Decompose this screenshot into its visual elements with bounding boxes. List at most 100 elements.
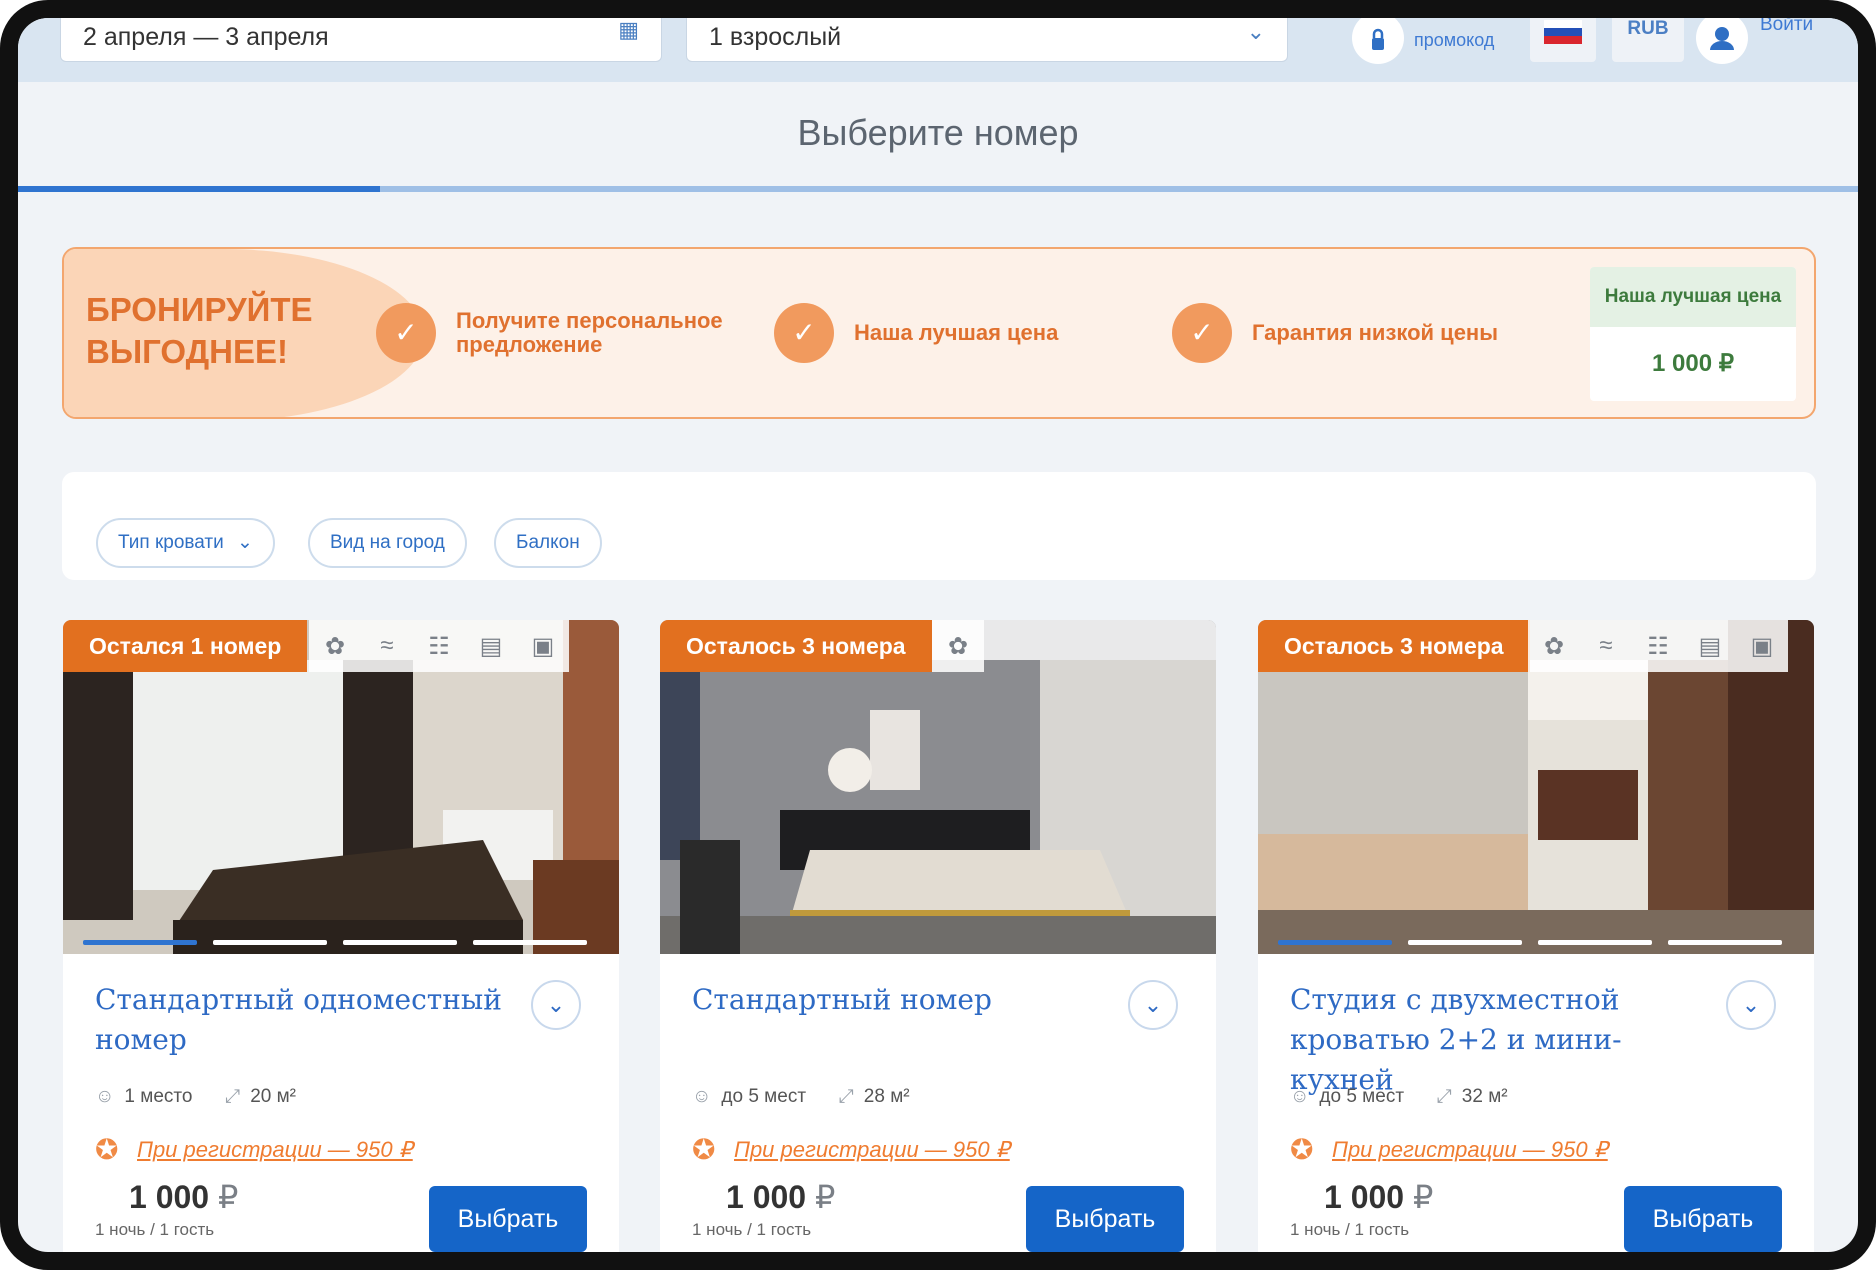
registration-offer-text[interactable]: При регистрации — 950 ₽ xyxy=(734,1137,1010,1163)
flag-stripe-blue xyxy=(1544,28,1582,36)
filter-bed-type[interactable]: Тип кровати ⌄ xyxy=(96,518,275,568)
registration-offer[interactable]: ✪ При регистрации — 950 ₽ xyxy=(1290,1134,1608,1166)
check-icon: ✓ xyxy=(1172,303,1232,363)
medal-icon: ✪ xyxy=(692,1134,716,1165)
check-icon: ✓ xyxy=(376,303,436,363)
photo-dot[interactable] xyxy=(343,940,457,945)
air-conditioner-icon: ☷ xyxy=(1647,632,1669,660)
price-currency: ₽ xyxy=(1412,1179,1434,1215)
room-price: 1 000 ₽ xyxy=(726,1178,835,1216)
photo-pagination xyxy=(1278,940,1798,945)
room-photo[interactable]: Остался 1 номер ✿ ≈ ☷ ▤ ▣ xyxy=(63,620,619,954)
best-price-box: Наша лучшая цена 1 000 ₽ xyxy=(1590,267,1796,401)
chevron-down-icon: ⌄ xyxy=(546,992,566,1017)
select-room-button[interactable]: Выбрать xyxy=(429,1186,587,1252)
guests-field[interactable]: 1 взрослый ⌄ xyxy=(686,18,1288,62)
amenities-bar: ✿ ≈ ☷ ▤ ▣ xyxy=(309,620,569,672)
photo-pagination xyxy=(83,940,603,945)
photo-dot[interactable] xyxy=(83,940,197,945)
filter-city-view[interactable]: Вид на город xyxy=(308,518,467,568)
price-currency: ₽ xyxy=(814,1179,836,1215)
expand-details-button[interactable]: ⌄ xyxy=(1128,980,1178,1030)
paw-icon: ✿ xyxy=(947,632,969,660)
benefit-best-price: ✓ Наша лучшая цена xyxy=(774,303,1058,363)
browser-viewport: 2 апреля — 3 апреля ▦ 1 взрослый ⌄ промо… xyxy=(18,18,1858,1252)
price-currency: ₽ xyxy=(217,1179,239,1215)
registration-offer-text[interactable]: При регистрации — 950 ₽ xyxy=(1332,1137,1608,1163)
room-capacity: до 5 мест xyxy=(721,1086,807,1107)
promo-code-link[interactable]: промокод xyxy=(1414,30,1494,51)
photo-dot[interactable] xyxy=(473,940,587,945)
booking-progress-fill xyxy=(18,186,380,192)
date-range-field[interactable]: 2 апреля — 3 апреля ▦ xyxy=(60,18,662,62)
benefit-text: Наша лучшая цена xyxy=(854,320,1059,345)
registration-offer-text[interactable]: При регистрации — 950 ₽ xyxy=(137,1137,413,1163)
search-bar: 2 апреля — 3 апреля ▦ 1 взрослый ⌄ промо… xyxy=(18,18,1858,82)
room-area: 28 м² xyxy=(863,1086,910,1107)
paw-icon: ✿ xyxy=(1543,632,1565,660)
filter-balcony[interactable]: Балкон xyxy=(494,518,602,568)
bed-icon: ▤ xyxy=(479,632,503,660)
date-range-value: 2 апреля — 3 апреля xyxy=(83,23,329,51)
price-per-night: 1 ночь / 1 гость xyxy=(692,1220,812,1239)
room-meta: ☺ до 5 мест ⤢ 32 м² xyxy=(1290,1086,1508,1108)
area-icon: ⤢ xyxy=(225,1086,241,1107)
user-icon xyxy=(1710,27,1734,50)
room-title[interactable]: Стандартный одноместный номер xyxy=(95,980,515,1060)
photo-dot[interactable] xyxy=(1278,940,1392,945)
price-value: 1 000 xyxy=(1324,1179,1405,1215)
chevron-down-icon: ⌄ xyxy=(1143,992,1163,1017)
medal-icon: ✪ xyxy=(1290,1134,1314,1165)
expand-details-button[interactable]: ⌄ xyxy=(531,980,581,1030)
price-value: 1 000 xyxy=(726,1179,807,1215)
room-price: 1 000 ₽ xyxy=(129,1178,238,1216)
promo-banner: БРОНИРУЙТЕ ВЫГОДНЕЕ! ✓ Получите персонал… xyxy=(62,247,1816,419)
registration-offer[interactable]: ✪ При регистрации — 950 ₽ xyxy=(692,1134,1010,1166)
benefit-text: Получите персональное предложение xyxy=(456,308,723,357)
user-avatar-button[interactable] xyxy=(1696,18,1748,64)
flag-stripe-white xyxy=(1544,20,1582,28)
best-price-value: 1 000 ₽ xyxy=(1652,350,1734,377)
wifi-icon: ≈ xyxy=(1599,632,1613,659)
room-title[interactable]: Стандартный номер xyxy=(692,980,1112,1020)
room-meta: ☺ до 5 мест ⤢ 28 м² xyxy=(692,1086,910,1108)
room-photo[interactable]: Осталось 3 номера ✿ xyxy=(660,620,1216,954)
photo-dot[interactable] xyxy=(213,940,327,945)
promo-code-button[interactable] xyxy=(1352,18,1404,64)
select-room-button[interactable]: Выбрать xyxy=(1624,1186,1782,1252)
language-flag-button[interactable] xyxy=(1530,18,1596,62)
photo-dot[interactable] xyxy=(1668,940,1782,945)
amenities-bar: ✿ xyxy=(932,620,984,672)
safe-icon: ▣ xyxy=(531,632,555,660)
photo-dot[interactable] xyxy=(1408,940,1522,945)
price-per-night: 1 ночь / 1 гость xyxy=(95,1220,215,1239)
room-photo[interactable]: Осталось 3 номера ✿ ≈ ☷ ▤ ▣ xyxy=(1258,620,1814,954)
room-title[interactable]: Студия с двухместной кроватью 2+2 и мини… xyxy=(1290,980,1710,1100)
guests-icon: ☺ xyxy=(95,1086,115,1107)
registration-offer[interactable]: ✪ При регистрации — 950 ₽ xyxy=(95,1134,413,1166)
guests-icon: ☺ xyxy=(692,1086,712,1107)
photo-dot[interactable] xyxy=(1538,940,1652,945)
room-card: Осталось 3 номера ✿ ≈ ☷ ▤ ▣ Студия с дву… xyxy=(1258,620,1814,1252)
calendar-icon[interactable]: ▦ xyxy=(618,19,639,41)
air-conditioner-icon: ☷ xyxy=(428,632,450,660)
benefit-text: Гарантия низкой цены xyxy=(1252,320,1499,345)
room-filters: Тип кровати ⌄ Вид на город Балкон xyxy=(62,472,1816,580)
price-per-night: 1 ночь / 1 гость xyxy=(1290,1220,1410,1239)
price-value: 1 000 xyxy=(129,1179,210,1215)
currency-button[interactable]: RUB xyxy=(1612,18,1684,62)
area-icon: ⤢ xyxy=(1436,1086,1452,1107)
select-room-button[interactable]: Выбрать xyxy=(1026,1186,1184,1252)
check-icon: ✓ xyxy=(774,303,834,363)
area-icon: ⤢ xyxy=(838,1086,854,1107)
chevron-down-icon: ⌄ xyxy=(1741,992,1761,1017)
flag-stripe-red xyxy=(1544,36,1582,44)
room-capacity: 1 место xyxy=(124,1086,193,1107)
login-link[interactable]: Войти xyxy=(1760,18,1813,36)
device-frame: 2 апреля — 3 апреля ▦ 1 взрослый ⌄ промо… xyxy=(0,0,1876,1270)
chevron-down-icon[interactable]: ⌄ xyxy=(1247,21,1265,43)
rooms-left-badge: Остался 1 номер xyxy=(63,620,308,672)
chevron-down-icon: ⌄ xyxy=(237,532,253,553)
expand-details-button[interactable]: ⌄ xyxy=(1726,980,1776,1030)
benefit-low-price-guarantee: ✓ Гарантия низкой цены xyxy=(1172,303,1498,363)
